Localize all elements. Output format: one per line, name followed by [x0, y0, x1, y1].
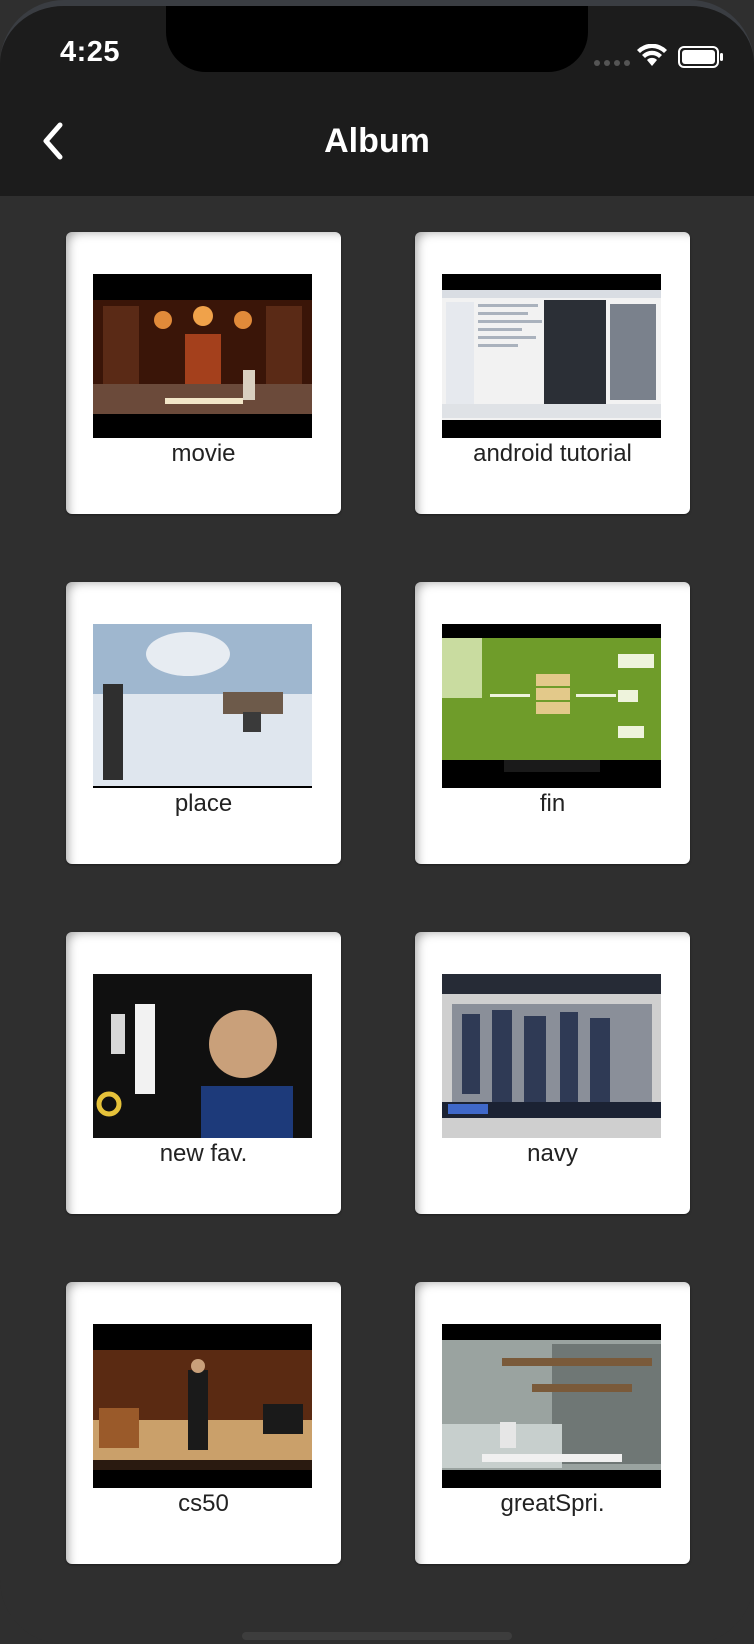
album-card-movie[interactable]: movie [66, 232, 341, 514]
album-thumbnail [442, 1324, 661, 1488]
album-thumbnail [93, 974, 312, 1138]
album-card-android-tutorial[interactable]: android tutorial [415, 232, 690, 514]
album-label: place [174, 790, 233, 817]
album-label: greatSpri. [500, 1490, 605, 1517]
album-label: new fav. [159, 1140, 248, 1167]
album-label: fin [539, 790, 566, 817]
album-thumbnail [93, 1324, 312, 1488]
home-indicator[interactable] [242, 1632, 512, 1640]
album-thumbnail [442, 974, 661, 1138]
album-label: android tutorial [473, 440, 632, 467]
phone-screen: 4:25 Album movie android tutorial place … [0, 0, 754, 1644]
album-card-cs50[interactable]: cs50 [66, 1282, 341, 1564]
page-title: Album [324, 122, 430, 160]
album-thumbnail [93, 624, 312, 788]
album-thumbnail [442, 624, 661, 788]
status-time: 4:25 [60, 36, 121, 68]
album-card-fin[interactable]: fin [415, 582, 690, 864]
album-card-place[interactable]: place [66, 582, 341, 864]
battery-icon [678, 46, 723, 68]
notch [166, 6, 588, 72]
album-card-new-fav[interactable]: new fav. [66, 932, 341, 1214]
album-card-navy[interactable]: navy [415, 932, 690, 1214]
album-thumbnail [442, 274, 661, 438]
status-bar: 4:25 [0, 6, 754, 88]
album-label: cs50 [178, 1490, 229, 1517]
wifi-icon [637, 44, 667, 66]
album-label: movie [171, 440, 236, 467]
cellular-signal-icon [594, 60, 630, 66]
navigation-bar: Album [0, 88, 754, 196]
album-thumbnail [93, 274, 312, 438]
album-label: navy [527, 1140, 578, 1167]
album-card-greatspri[interactable]: greatSpri. [415, 1282, 690, 1564]
